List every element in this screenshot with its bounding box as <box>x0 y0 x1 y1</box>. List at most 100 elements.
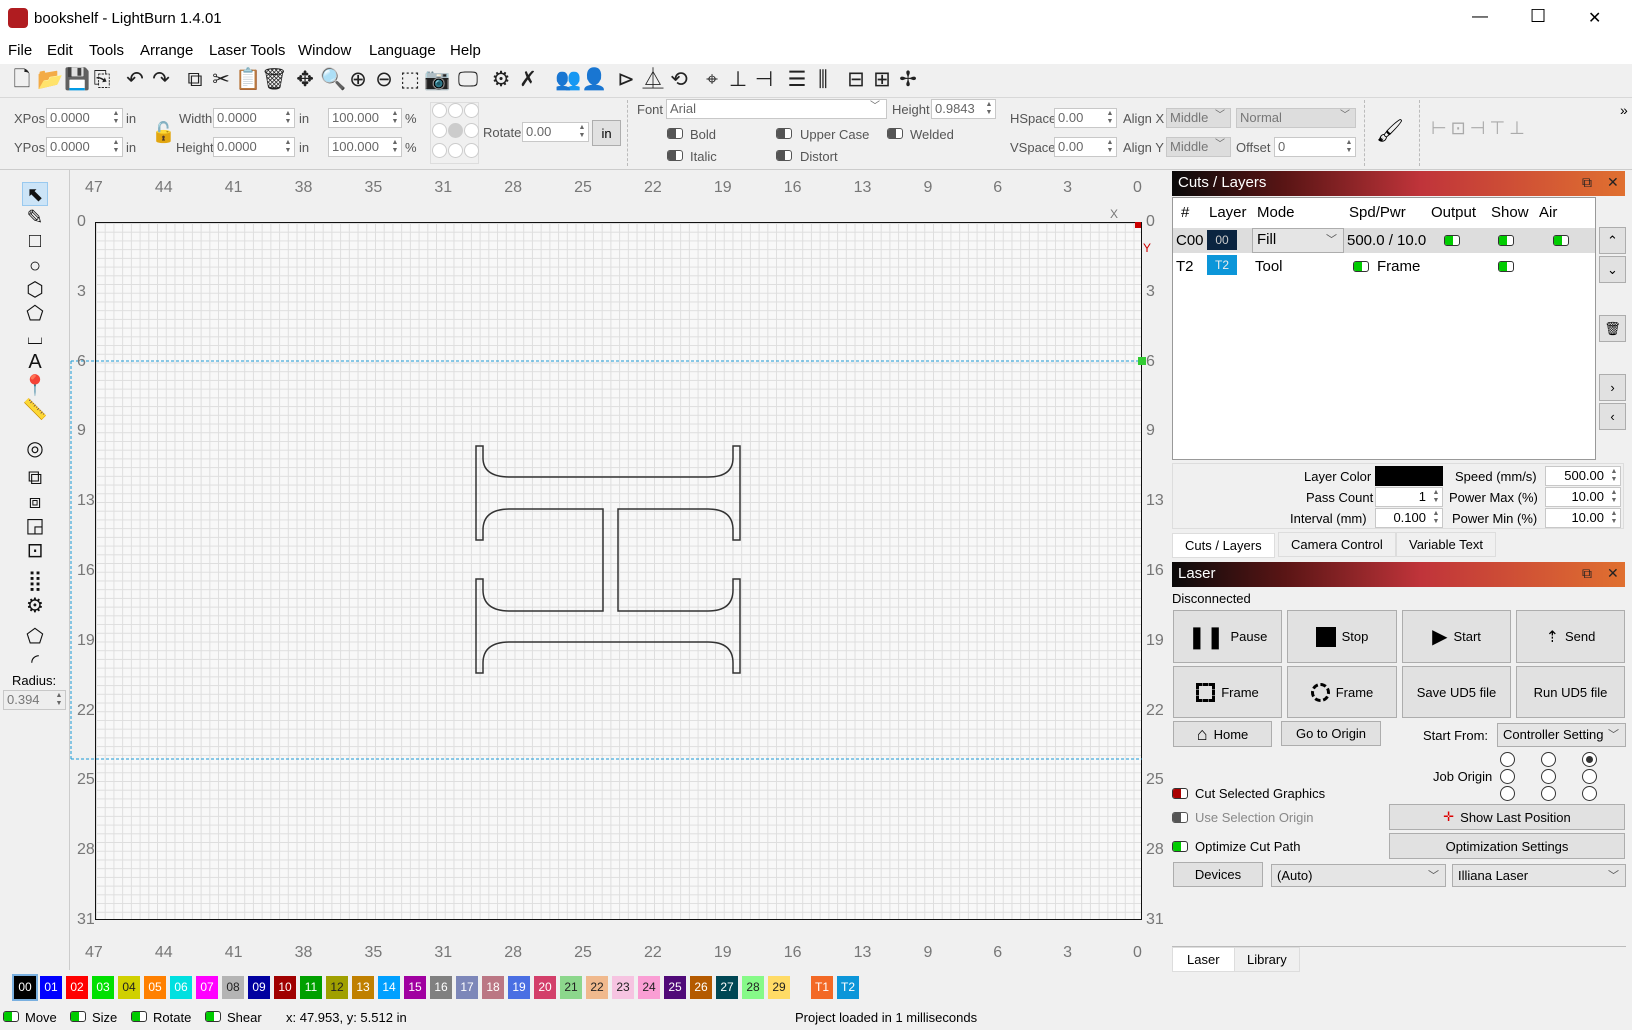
anchor-point[interactable] <box>432 103 447 118</box>
palette-chip-27[interactable]: 27 <box>716 976 738 999</box>
job-origin-middle-left[interactable] <box>1500 769 1515 784</box>
move-layer-down-button[interactable]: ⌄ <box>1599 256 1626 283</box>
close-panel-icon[interactable]: ✕ <box>1607 565 1619 582</box>
circular-array-icon[interactable]: ⚙ <box>22 594 48 618</box>
palette-chip-13[interactable]: 13 <box>352 976 374 999</box>
job-origin-top-right[interactable] <box>1582 752 1597 767</box>
palette-chip-04[interactable]: 04 <box>118 976 140 999</box>
palette-chip-01[interactable]: 01 <box>40 976 62 999</box>
rectangle-icon[interactable]: □ <box>22 229 48 253</box>
dock-h-icon[interactable]: ⊟ <box>844 68 868 92</box>
offset-icon[interactable]: ◎ <box>22 437 48 461</box>
speed-input[interactable]: 500.00 ▲ ▼ <box>1545 466 1621 486</box>
weld-icon[interactable]: ⧉ <box>22 466 48 490</box>
union-icon[interactable]: ⧈ <box>22 490 48 514</box>
delete-layer-button[interactable]: 🗑 <box>1599 315 1626 342</box>
ellipse-icon[interactable]: ○ <box>22 254 48 278</box>
run-ud5-button[interactable]: Run UD5 file <box>1516 666 1625 718</box>
mirror-h-icon[interactable]: ⊳ <box>614 68 638 92</box>
palette-chip-20[interactable]: 20 <box>534 976 556 999</box>
move-toggle[interactable] <box>3 1011 19 1022</box>
layer-swatch[interactable]: 00 <box>1207 230 1237 250</box>
text-mode-select[interactable]: Normal ﹀ <box>1236 108 1356 128</box>
stop-button[interactable]: Stop <box>1287 610 1397 663</box>
apply-path-icon[interactable]: 🖌 <box>1376 118 1404 144</box>
rotate-icon[interactable]: ⟲ <box>667 68 691 92</box>
align-x-select[interactable]: Middle ﹀ <box>1166 108 1231 128</box>
node-edit-icon[interactable]: ⬠ <box>22 625 48 649</box>
group-icon[interactable]: 👥 <box>555 68 581 92</box>
palette-chip-25[interactable]: 25 <box>664 976 686 999</box>
open-folder-icon[interactable]: 📂 <box>37 68 63 92</box>
home-button[interactable]: ⌂ Home <box>1173 721 1272 747</box>
tab-cuts-layers[interactable]: Cuts / Layers <box>1172 533 1275 558</box>
palette-chip-18[interactable]: 18 <box>482 976 504 999</box>
palette-chip-28[interactable]: 28 <box>742 976 764 999</box>
output-toggle[interactable] <box>1444 235 1460 246</box>
tab-camera-control[interactable]: Camera Control <box>1278 532 1396 557</box>
toolbar-overflow-button[interactable]: » <box>1620 102 1628 118</box>
go-to-origin-button[interactable]: Go to Origin <box>1281 721 1381 746</box>
move-icon[interactable]: ✥ <box>293 68 317 92</box>
job-origin-middle-right[interactable] <box>1582 769 1597 784</box>
frame-toggle[interactable] <box>1353 261 1369 272</box>
anchor-point[interactable] <box>464 123 479 138</box>
collapse-button[interactable]: ‹ <box>1599 403 1626 430</box>
start-from-select[interactable]: Controller Setting ﹀ <box>1497 723 1626 747</box>
send-button[interactable]: ⇡ Send <box>1516 610 1625 663</box>
size-toggle[interactable] <box>70 1011 86 1022</box>
pause-button[interactable]: ❚❚ Pause <box>1173 610 1282 663</box>
align-right-icon[interactable]: ⊣ <box>752 68 776 92</box>
palette-chip-08[interactable]: 08 <box>222 976 244 999</box>
dock-v-icon[interactable]: ⊞ <box>870 68 894 92</box>
anchor-point[interactable] <box>464 143 479 158</box>
distribute-h-icon[interactable]: ☰ <box>785 68 809 92</box>
use-selection-origin-toggle[interactable] <box>1172 812 1188 823</box>
measure-icon[interactable]: 📏 <box>22 398 48 422</box>
cut-icon[interactable]: ✂ <box>209 68 233 92</box>
anchor-point[interactable] <box>448 123 463 138</box>
text-icon[interactable]: A <box>22 350 48 374</box>
close-panel-icon[interactable]: ✕ <box>1607 174 1619 191</box>
palette-chip-10[interactable]: 10 <box>274 976 296 999</box>
cut-selected-toggle[interactable] <box>1172 788 1188 799</box>
palette-chip-09[interactable]: 09 <box>248 976 270 999</box>
palette-chip-26[interactable]: 26 <box>690 976 712 999</box>
offset-input[interactable]: 0 ▲ ▼ <box>1274 137 1356 157</box>
subtract-icon[interactable]: ◲ <box>22 514 48 538</box>
layer-swatch[interactable]: T2 <box>1207 255 1237 275</box>
power-max-input[interactable]: 10.00 ▲ ▼ <box>1545 487 1621 507</box>
palette-chip-06[interactable]: 06 <box>170 976 192 999</box>
interval-input[interactable]: 0.100 ▲ ▼ <box>1375 508 1443 528</box>
device-settings-icon[interactable]: ✗ <box>516 68 540 92</box>
palette-chip-22[interactable]: 22 <box>586 976 608 999</box>
new-file-icon[interactable]: 🗋 <box>10 68 34 92</box>
save-icon[interactable]: 💾 <box>64 68 90 92</box>
job-origin-middle-center[interactable] <box>1541 769 1556 784</box>
palette-chip-16[interactable]: 16 <box>430 976 452 999</box>
undock-icon[interactable]: ⧉ <box>1582 565 1592 582</box>
layer-color-swatch[interactable] <box>1375 466 1443 486</box>
palette-chip-T1[interactable]: T1 <box>811 976 833 999</box>
palette-chip-29[interactable]: 29 <box>768 976 790 999</box>
redo-icon[interactable]: ↷ <box>149 68 173 92</box>
delete-icon[interactable]: 🗑 <box>261 68 288 92</box>
anchor-point[interactable] <box>432 123 447 138</box>
settings-icon[interactable]: ⚙ <box>489 68 513 92</box>
monitor-icon[interactable]: 🖵 <box>456 68 480 92</box>
select-icon[interactable]: ⬉ <box>22 182 48 206</box>
show-toggle[interactable] <box>1498 261 1514 272</box>
palette-chip-05[interactable]: 05 <box>144 976 166 999</box>
pentagon-icon[interactable]: ⬠ <box>22 302 48 326</box>
tab-variable-text[interactable]: Variable Text <box>1396 532 1496 557</box>
job-origin-bottom-center[interactable] <box>1541 786 1556 801</box>
pass-count-input[interactable]: 1 ▲ ▼ <box>1375 487 1443 507</box>
palette-chip-21[interactable]: 21 <box>560 976 582 999</box>
move-laser-icon[interactable]: ✢ <box>896 68 920 92</box>
palette-chip-19[interactable]: 19 <box>508 976 530 999</box>
rotate-toggle[interactable] <box>131 1011 147 1022</box>
center-icon[interactable]: ⌖ <box>700 68 724 92</box>
palette-chip-12[interactable]: 12 <box>326 976 348 999</box>
mode-select[interactable]: Fill ﹀ <box>1252 228 1344 253</box>
shear-toggle[interactable] <box>205 1011 221 1022</box>
